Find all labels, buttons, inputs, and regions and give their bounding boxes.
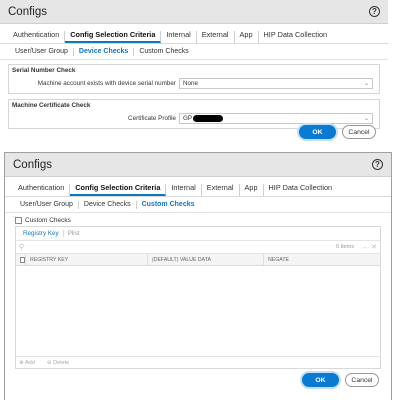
tab-registry-key[interactable]: Registry Key <box>19 230 64 237</box>
machine-account-value: None <box>183 80 199 87</box>
tab-authentication[interactable]: Authentication <box>13 184 71 196</box>
dialog-title: Configs <box>8 5 47 18</box>
delete-button[interactable]: ⊖ Delete <box>47 360 75 366</box>
tab-app[interactable]: App <box>240 184 264 196</box>
certificate-profile-select[interactable]: GP ⌄ <box>179 113 373 124</box>
tab-plist[interactable]: Plist <box>64 230 84 237</box>
dialog-footer: OK Cancel <box>299 125 376 139</box>
ok-button[interactable]: OK <box>299 125 336 139</box>
select-all-checkbox[interactable] <box>20 256 25 263</box>
column-default-value-data[interactable]: (DEFAULT) VALUE DATA <box>148 254 264 265</box>
custom-checks-container: Registry Key Plist ⚲ 0 items → ✕ REGISTR… <box>15 226 381 369</box>
sub-tabs: User/User Group Device Checks Custom Che… <box>0 44 388 60</box>
select-all-cell <box>16 254 26 265</box>
subtab-user-group[interactable]: User/User Group <box>15 200 79 209</box>
custom-checks-label: Custom Checks <box>25 217 71 224</box>
serial-number-check-legend: Serial Number Check <box>9 64 379 76</box>
grid-header: REGISTRY KEY (DEFAULT) VALUE DATA NEGATE <box>16 254 380 266</box>
search-bar: ⚲ 0 items → ✕ <box>16 241 380 254</box>
tab-internal[interactable]: Internal <box>161 31 197 43</box>
cancel-button[interactable]: Cancel <box>345 373 379 387</box>
tab-app[interactable]: App <box>235 31 259 43</box>
item-count: 0 items <box>336 244 355 250</box>
tab-authentication[interactable]: Authentication <box>8 31 66 43</box>
tab-external[interactable]: External <box>197 31 235 43</box>
redaction-mark <box>193 114 224 122</box>
tab-config-selection-criteria[interactable]: Config Selection Criteria <box>70 184 167 196</box>
help-icon[interactable]: ? <box>369 6 380 17</box>
certificate-profile-value: GP <box>183 115 193 123</box>
column-negate[interactable]: NEGATE <box>264 254 380 265</box>
arrow-right-icon[interactable]: → <box>361 244 368 251</box>
help-icon[interactable]: ? <box>372 159 383 170</box>
custom-checks-row: Custom Checks <box>5 213 391 224</box>
add-label: Add <box>24 359 35 366</box>
cancel-button[interactable]: Cancel <box>342 125 376 139</box>
subtab-device-checks[interactable]: Device Checks <box>74 47 135 56</box>
main-tabs: Authentication Config Selection Criteria… <box>5 178 391 197</box>
tab-internal[interactable]: Internal <box>166 184 202 196</box>
dialog-titlebar: Configs ? <box>5 153 391 177</box>
serial-number-check-group: Serial Number Check Machine account exis… <box>8 64 380 94</box>
dialog-titlebar: Configs ? <box>0 0 388 24</box>
tab-hip-data-collection[interactable]: HIP Data Collection <box>264 184 338 196</box>
configs-dialog-custom-checks: Configs ? Authentication Config Selectio… <box>4 152 392 400</box>
machine-account-select[interactable]: None ⌄ <box>179 78 373 89</box>
close-icon[interactable]: ✕ <box>371 243 377 251</box>
inner-tabs: Registry Key Plist <box>16 227 380 241</box>
tab-config-selection-criteria[interactable]: Config Selection Criteria <box>65 31 162 43</box>
dialog-footer: OK Cancel <box>302 373 379 387</box>
main-tabs: Authentication Config Selection Criteria… <box>0 25 388 44</box>
ok-button[interactable]: OK <box>302 373 339 387</box>
subtab-device-checks[interactable]: Device Checks <box>79 200 137 209</box>
grid-footer: ⊕ Add ⊖ Delete <box>16 356 380 368</box>
delete-label: Delete <box>53 359 70 366</box>
search-icon: ⚲ <box>19 244 25 251</box>
chevron-down-icon: ⌄ <box>363 116 369 122</box>
chevron-down-icon: ⌄ <box>363 81 369 87</box>
add-button[interactable]: ⊕ Add <box>19 360 41 366</box>
column-registry-key[interactable]: REGISTRY KEY <box>26 254 148 265</box>
tab-external[interactable]: External <box>202 184 240 196</box>
machine-account-label: Machine account exists with device seria… <box>37 80 176 87</box>
subtab-custom-checks[interactable]: Custom Checks <box>134 48 193 56</box>
tab-hip-data-collection[interactable]: HIP Data Collection <box>259 31 333 43</box>
machine-certificate-check-legend: Machine Certificate Check <box>9 99 379 111</box>
subtab-user-group[interactable]: User/User Group <box>10 47 74 56</box>
sub-tabs: User/User Group Device Checks Custom Che… <box>5 197 391 213</box>
subtab-custom-checks[interactable]: Custom Checks <box>137 201 200 209</box>
configs-dialog-device-checks: Configs ? Authentication Config Selectio… <box>0 0 388 147</box>
certificate-profile-label: Certificate Profile <box>128 115 176 122</box>
custom-checks-checkbox[interactable] <box>15 217 22 224</box>
dialog-title: Configs <box>13 158 52 171</box>
